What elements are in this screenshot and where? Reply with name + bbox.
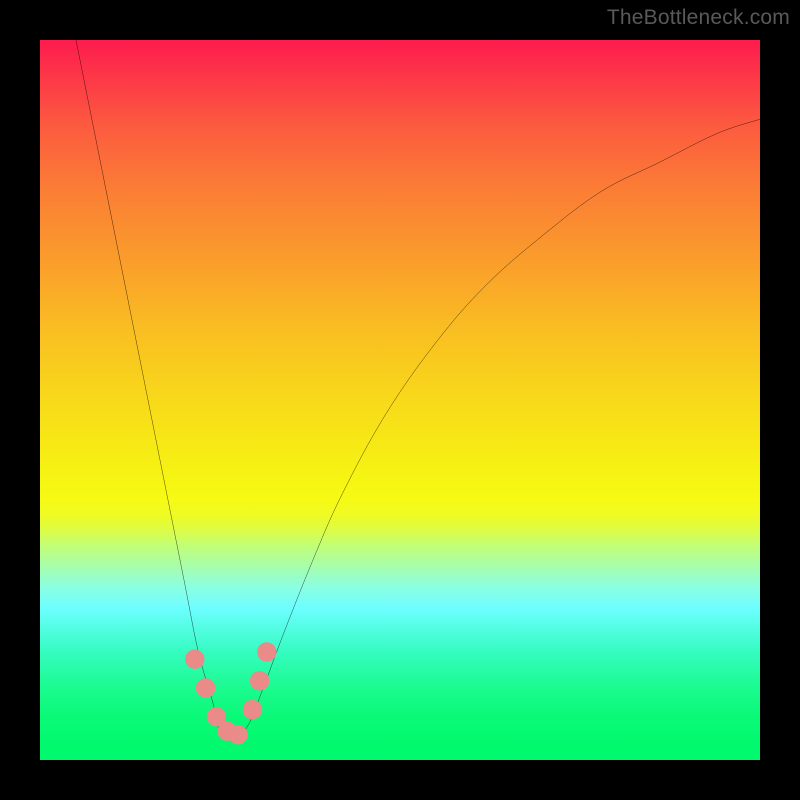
- chart-frame: TheBottleneck.com: [0, 0, 800, 800]
- watermark-text: TheBottleneck.com: [607, 6, 790, 30]
- plot-area: [40, 40, 760, 760]
